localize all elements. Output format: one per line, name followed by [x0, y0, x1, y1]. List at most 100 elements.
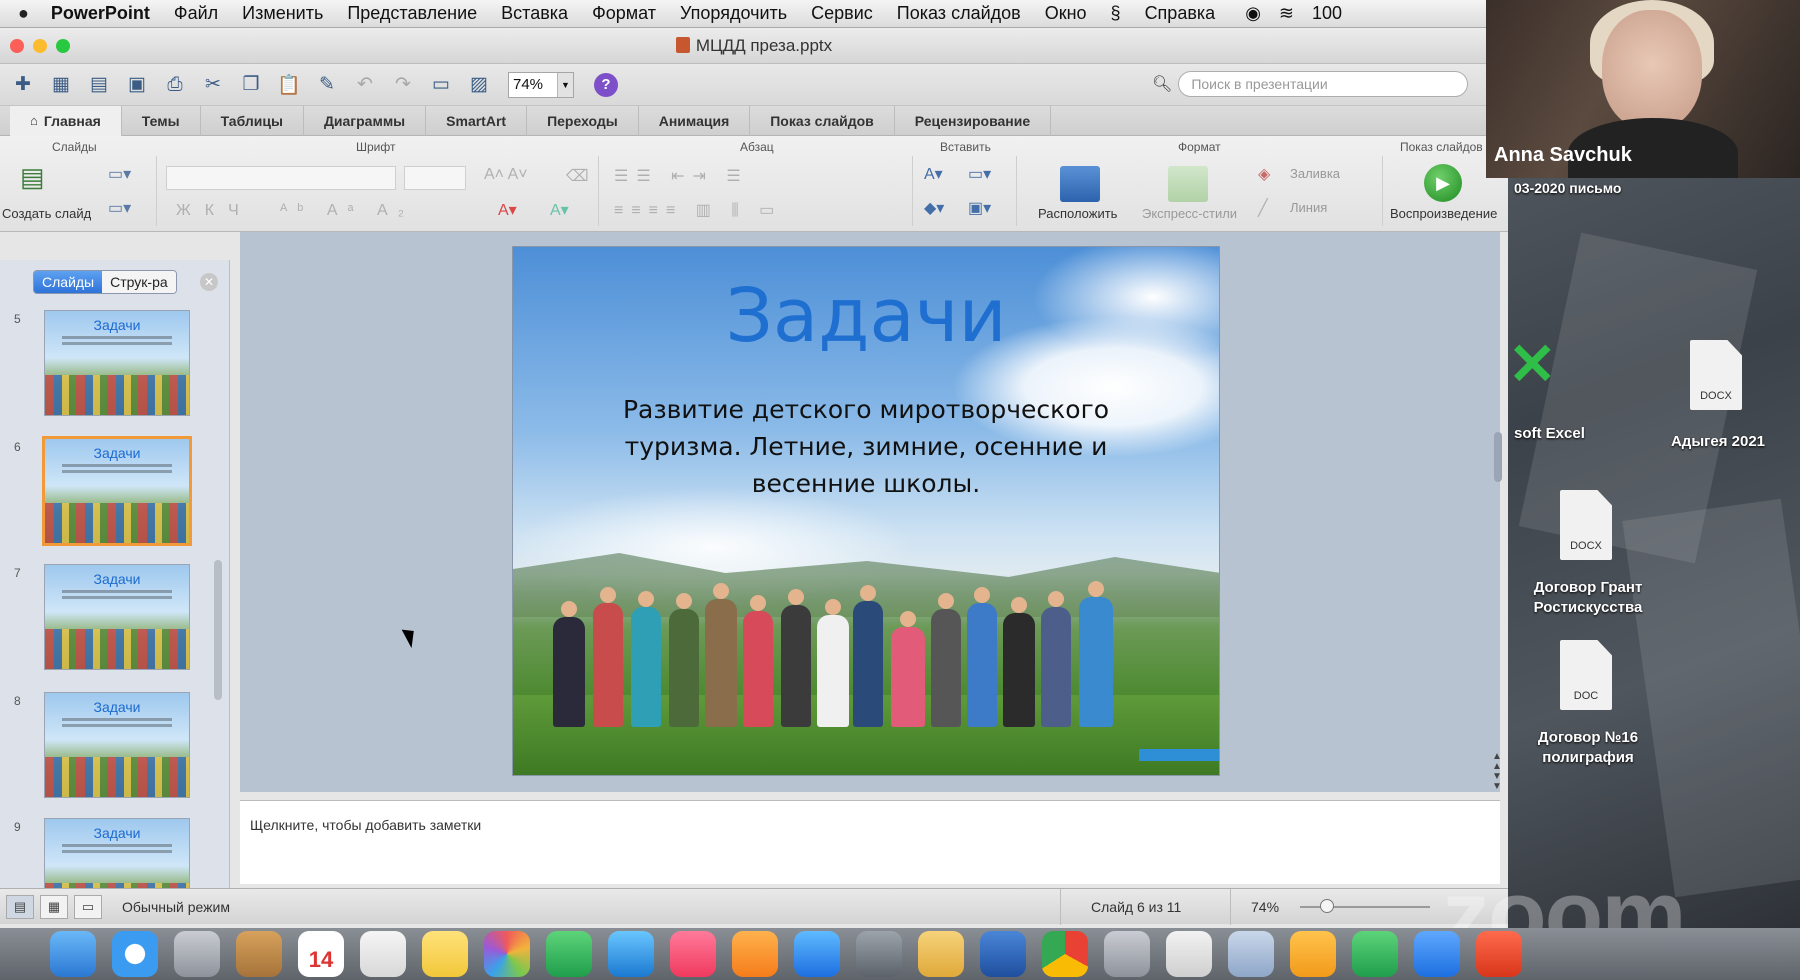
normal-view-icon[interactable]: ▤ — [6, 894, 34, 919]
finder-icon[interactable] — [50, 931, 96, 977]
shape-icon[interactable]: ◆▾ — [924, 198, 944, 218]
menu-view[interactable]: Представление — [347, 3, 477, 24]
play-button[interactable]: Воспроизведение — [1390, 206, 1497, 221]
current-slide[interactable]: Задачи Развитие детского миротворческого… — [512, 246, 1220, 776]
tab-smartart[interactable]: SmartArt — [426, 105, 528, 136]
menu-window[interactable]: Окно — [1045, 3, 1087, 24]
tab-charts[interactable]: Диаграммы — [304, 105, 427, 136]
gallery-icon[interactable]: ▦ — [47, 71, 75, 99]
desktop-file-label[interactable]: Договор №16 полиграфия — [1508, 728, 1668, 768]
desktop-file-label[interactable]: Договор Грант Ростискусства — [1508, 578, 1668, 618]
tab-slideshow[interactable]: Показ слайдов — [750, 105, 895, 136]
font-effects-icons[interactable]: ᴬᵇ Aᵃ A₂ — [280, 202, 414, 220]
chrome-icon[interactable] — [1042, 931, 1088, 977]
express-styles-button[interactable]: Экспресс-стили — [1142, 206, 1237, 221]
sorter-view-icon[interactable]: ▦ — [40, 894, 68, 919]
excel-label[interactable]: soft Excel — [1514, 424, 1585, 444]
format-painter-icon[interactable]: ✎ — [313, 71, 341, 99]
menu-arrange[interactable]: Упорядочить — [680, 3, 787, 24]
folder-icon[interactable] — [918, 931, 964, 977]
tab-tables[interactable]: Таблицы — [201, 105, 304, 136]
powerpoint-dock-icon[interactable] — [1476, 931, 1522, 977]
undo-icon[interactable]: ↶ — [351, 71, 379, 99]
open-icon[interactable]: ▤ — [85, 71, 113, 99]
search-input[interactable]: Поиск в презентации — [1178, 71, 1469, 97]
textbox-icon[interactable]: A▾ — [924, 164, 943, 184]
tab-animation[interactable]: Анимация — [639, 105, 751, 136]
notes-placeholder[interactable]: Щелкните, чтобы добавить заметки — [250, 817, 481, 833]
folder-icon[interactable] — [1290, 931, 1336, 977]
record-icon[interactable]: ◉ — [1245, 3, 1261, 24]
keynote-icon[interactable] — [608, 931, 654, 977]
font-style-icons[interactable]: ЖКЧ — [176, 202, 253, 220]
slide-thumbnail[interactable]: Задачи — [44, 564, 190, 670]
slideshow-icon[interactable]: ▨ — [465, 71, 493, 99]
sidebar-toggle-icon[interactable]: ▭ — [427, 71, 455, 99]
music-icon[interactable] — [670, 931, 716, 977]
menu-help[interactable]: Справка — [1145, 3, 1216, 24]
list-icons[interactable]: ☰☰ ⇤⇥ ☰ — [614, 166, 749, 186]
slide-thumbnail-selected[interactable]: Задачи — [42, 436, 192, 546]
search-icon[interactable]: 🔍︎ — [1152, 74, 1172, 94]
fill-button[interactable]: Заливка — [1290, 166, 1340, 181]
zoom-video-tile[interactable]: Anna Savchuk — [1486, 0, 1800, 178]
print-icon[interactable]: ⎙ — [161, 71, 189, 99]
tab-slides[interactable]: Слайды — [34, 271, 103, 293]
slide-body-text[interactable]: Развитие детского миротворческого туризм… — [583, 391, 1149, 502]
numbers-icon[interactable] — [546, 931, 592, 977]
printer-icon[interactable] — [1166, 931, 1212, 977]
help-app-icon[interactable] — [1104, 931, 1150, 977]
tab-outline[interactable]: Струк-ра — [102, 271, 176, 293]
express-styles-icon[interactable] — [1168, 166, 1208, 202]
editor-scrollbar[interactable] — [1494, 432, 1502, 482]
app-store-icon[interactable] — [794, 931, 840, 977]
contacts-icon[interactable] — [236, 931, 282, 977]
arrange-button[interactable]: Расположить — [1038, 206, 1117, 221]
prev-next-slide-icon[interactable]: ▲ ▲ ▼ ▼ — [1492, 752, 1502, 792]
new-slide-button[interactable]: Создать слайд — [2, 206, 91, 221]
picture-icon[interactable]: ▭▾ — [968, 164, 991, 184]
media-icon[interactable]: ▣▾ — [968, 198, 991, 218]
tab-themes[interactable]: Темы — [122, 105, 201, 136]
menu-edit[interactable]: Изменить — [242, 3, 323, 24]
calendar-icon[interactable]: 14 — [298, 931, 344, 977]
notes-pane[interactable]: Щелкните, чтобы добавить заметки — [240, 800, 1500, 884]
excel-dock-icon[interactable] — [1352, 931, 1398, 977]
font-size-input[interactable] — [404, 166, 466, 190]
docx-file-icon[interactable]: DOCX — [1560, 490, 1612, 560]
play-icon[interactable]: ▶ — [1424, 164, 1462, 202]
slide-title[interactable]: Задачи — [513, 273, 1219, 359]
copy-icon[interactable]: ❐ — [237, 71, 265, 99]
apple-icon[interactable]: ● — [18, 3, 29, 24]
safari-icon[interactable] — [112, 931, 158, 977]
fill-icon[interactable]: ◈ — [1258, 164, 1270, 184]
photos-icon[interactable] — [484, 931, 530, 977]
menu-tools[interactable]: Сервис — [811, 3, 873, 24]
align-icons[interactable]: ≡≡≡≡ ▥ ⫼ ▭ — [614, 200, 782, 220]
paste-icon[interactable]: 📋 — [275, 71, 303, 99]
zoom-select[interactable]: 74% ▼ — [508, 71, 574, 98]
font-grow-icon[interactable]: A˄ A˅ — [484, 166, 528, 184]
font-name-input[interactable] — [166, 166, 396, 190]
desktop-file-label[interactable]: Адыгея 2021 — [1648, 432, 1788, 452]
redo-icon[interactable]: ↷ — [389, 71, 417, 99]
line-icon[interactable]: ╱ — [1258, 198, 1268, 218]
excel-icon[interactable]: ✕ — [1508, 330, 1557, 398]
system-preferences-icon[interactable] — [856, 931, 902, 977]
line-button[interactable]: Линия — [1290, 200, 1327, 215]
status-zoom[interactable]: 74% — [1230, 888, 1279, 925]
menu-app-name[interactable]: PowerPoint — [51, 3, 150, 24]
slideshow-view-icon[interactable]: ▭ — [74, 894, 102, 919]
zoom-slider-thumb[interactable] — [1320, 899, 1334, 913]
layout-icon[interactable]: ▭▾ — [108, 164, 131, 184]
wifi-icon[interactable]: ≋ — [1279, 3, 1294, 24]
slide-thumbnail[interactable]: Задачи — [44, 692, 190, 798]
tab-transitions[interactable]: Переходы — [527, 105, 639, 136]
menu-file[interactable]: Файл — [174, 3, 218, 24]
font-color-icon[interactable]: A▾ — [498, 200, 517, 220]
screenshot-icon[interactable] — [1228, 931, 1274, 977]
doc-file-icon[interactable]: DOC — [1560, 640, 1612, 710]
battery-percent[interactable]: 100 — [1312, 3, 1342, 24]
save-icon[interactable]: ▣ — [123, 71, 151, 99]
pane-scrollbar[interactable] — [214, 560, 222, 700]
